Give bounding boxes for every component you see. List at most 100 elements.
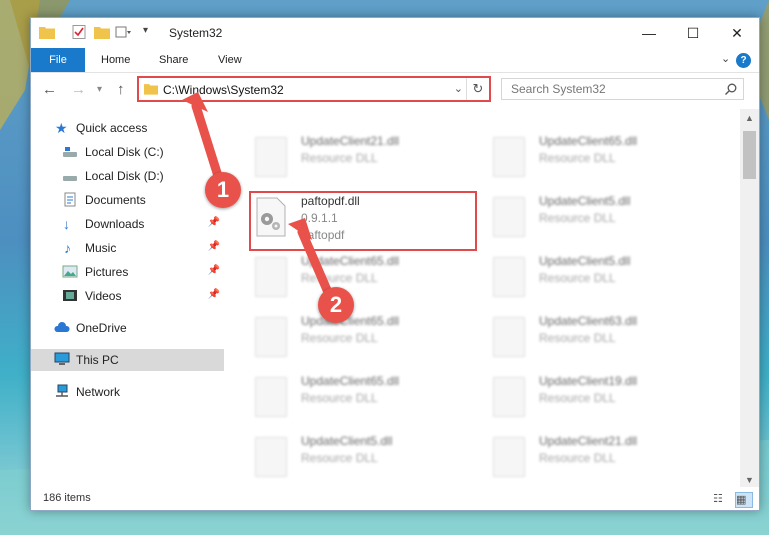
file-item[interactable]: UpdateClient5.dll Resource DLL: [487, 251, 715, 309]
expand-ribbon-icon[interactable]: ⌄: [721, 52, 730, 65]
forward-arrow-icon[interactable]: →: [71, 81, 86, 98]
file-item[interactable]: UpdateClient65.dll Resource DLL: [249, 371, 477, 429]
sidebar-item-this-pc[interactable]: This PC: [31, 349, 224, 371]
sidebar-item-local-disk-d[interactable]: Local Disk (D:): [31, 165, 224, 187]
file-type: Resource DLL: [539, 151, 616, 165]
drive-icon: [63, 147, 77, 157]
file-name: UpdateClient21.dll: [539, 434, 638, 448]
address-bar[interactable]: C:\Windows\System32 ⌄ ↻: [137, 76, 491, 102]
file-item[interactable]: UpdateClient65.dll Resource DLL: [249, 311, 477, 369]
help-button[interactable]: ?: [736, 53, 751, 68]
tab-home[interactable]: Home: [101, 48, 130, 72]
sidebar-item-label: Pictures: [85, 265, 129, 279]
tab-share[interactable]: Share: [159, 48, 188, 72]
quick-access-dropdown-icon[interactable]: ▾: [143, 25, 159, 39]
address-dropdown-icon[interactable]: ⌄: [454, 82, 463, 95]
file-type: Resource DLL: [539, 451, 616, 465]
folder-icon: [39, 27, 55, 39]
search-placeholder: Search System32: [511, 82, 606, 96]
refresh-icon[interactable]: ↻: [466, 78, 489, 100]
address-path: C:\Windows\System32: [163, 83, 284, 97]
dll-file-icon: [255, 317, 287, 357]
sidebar-item-label: Network: [76, 385, 121, 399]
dll-file-icon: [255, 437, 287, 477]
file-item[interactable]: UpdateClient5.dll Resource DLL: [249, 431, 477, 481]
close-button[interactable]: ✕: [715, 18, 759, 48]
pictures-icon: [62, 265, 78, 278]
quick-access-customize-icon[interactable]: [115, 25, 131, 39]
sidebar-item-downloads[interactable]: ↓ Downloads 📌: [31, 213, 224, 235]
item-count: 186 items: [43, 492, 91, 504]
file-item[interactable]: UpdateClient21.dll Resource DLL: [249, 131, 477, 189]
sidebar-item-network[interactable]: Network: [31, 381, 224, 403]
sidebar-item-quick-access[interactable]: ★ Quick access: [31, 117, 224, 139]
recent-locations-icon[interactable]: ▾: [97, 84, 102, 95]
pin-icon[interactable]: 📌: [208, 241, 220, 252]
file-name: UpdateClient65.dll: [539, 134, 638, 148]
file-highlight-frame: [249, 191, 477, 251]
sidebar-item-label: Local Disk (C:): [85, 145, 164, 159]
file-item[interactable]: UpdateClient65.dll Resource DLL: [487, 131, 715, 189]
tab-view[interactable]: View: [218, 48, 242, 72]
title-bar: ▾ System32 — ☐ ✕: [31, 18, 759, 48]
dll-file-icon: [493, 137, 525, 177]
file-name: UpdateClient63.dll: [539, 314, 638, 328]
sidebar-item-local-disk-c[interactable]: Local Disk (C:): [31, 141, 224, 163]
file-type: Resource DLL: [301, 151, 378, 165]
details-view-icon[interactable]: ☷: [713, 492, 729, 506]
tab-file[interactable]: File: [31, 48, 85, 72]
sidebar-item-label: Documents: [85, 193, 146, 207]
dll-file-icon: [493, 257, 525, 297]
file-type: Resource DLL: [301, 391, 378, 405]
file-item[interactable]: UpdateClient63.dll Resource DLL: [487, 311, 715, 369]
file-name: UpdateClient65.dll: [301, 374, 400, 388]
file-type: Resource DLL: [539, 391, 616, 405]
large-icons-view-icon[interactable]: ▦: [735, 492, 753, 508]
status-bar: 186 items ☷ ▦: [31, 489, 759, 510]
pin-icon[interactable]: 📌: [208, 289, 220, 300]
file-type: Resource DLL: [539, 331, 616, 345]
sidebar-item-pictures[interactable]: Pictures 📌: [31, 261, 224, 283]
properties-icon[interactable]: [71, 25, 87, 39]
file-item[interactable]: UpdateClient65.dll Resource DLL: [249, 251, 477, 309]
sidebar-item-label: Downloads: [85, 217, 145, 231]
search-input[interactable]: Search System32: [501, 78, 744, 100]
file-name: UpdateClient65.dll: [301, 254, 400, 268]
network-icon: [56, 384, 68, 397]
pin-icon[interactable]: 📌: [208, 265, 220, 276]
file-item[interactable]: UpdateClient21.dll Resource DLL: [487, 431, 715, 481]
maximize-button[interactable]: ☐: [671, 18, 715, 48]
sidebar-item-music[interactable]: ♪ Music 📌: [31, 237, 224, 259]
vertical-scrollbar[interactable]: ▲ ▼: [740, 109, 759, 487]
file-item[interactable]: UpdateClient19.dll Resource DLL: [487, 371, 715, 429]
music-note-icon: ♪: [64, 240, 71, 256]
sidebar-item-label: Videos: [85, 289, 122, 303]
ribbon-tabs: File Home Share View ⌄ ?: [31, 48, 759, 73]
scroll-up-icon[interactable]: ▲: [745, 113, 754, 123]
star-icon: ★: [55, 120, 68, 136]
sidebar-item-documents[interactable]: Documents: [31, 189, 224, 211]
sidebar-item-videos[interactable]: Videos 📌: [31, 285, 224, 307]
file-item[interactable]: UpdateClient5.dll Resource DLL: [487, 191, 715, 249]
file-type: Resource DLL: [301, 271, 378, 285]
dll-file-icon: [493, 317, 525, 357]
sidebar-item-label: Music: [85, 241, 117, 255]
documents-icon: [64, 192, 76, 207]
window-title: System32: [169, 26, 223, 40]
dll-file-icon: [255, 257, 287, 297]
sidebar-item-onedrive[interactable]: OneDrive: [31, 317, 224, 339]
file-type: Resource DLL: [301, 451, 378, 465]
back-arrow-icon[interactable]: ←: [42, 81, 57, 98]
minimize-button[interactable]: —: [627, 18, 671, 48]
dll-file-icon: [255, 137, 287, 177]
dll-file-icon: [493, 197, 525, 237]
new-folder-icon[interactable]: [94, 25, 110, 39]
folder-icon: [144, 84, 158, 95]
file-explorer-window: ▾ System32 — ☐ ✕ File Home Share View ⌄ …: [30, 17, 760, 511]
scroll-down-icon[interactable]: ▼: [745, 475, 754, 485]
up-arrow-icon[interactable]: ↑: [117, 81, 125, 98]
file-name: UpdateClient5.dll: [539, 254, 631, 268]
scroll-thumb[interactable]: [743, 131, 756, 179]
pin-icon[interactable]: 📌: [208, 217, 220, 228]
step-callout-1: 1: [205, 172, 241, 208]
